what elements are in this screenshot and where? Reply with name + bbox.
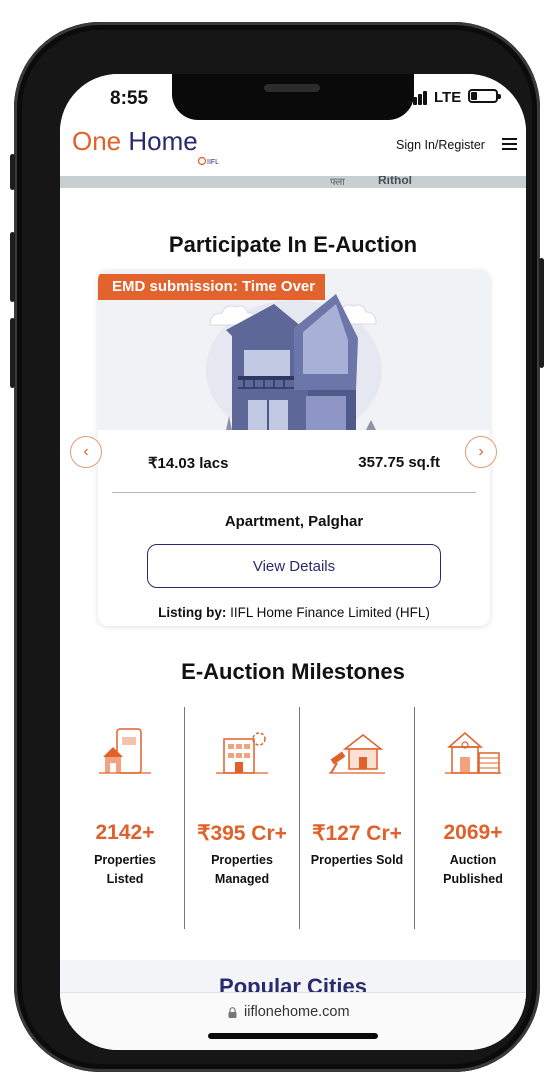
map-label-1: फ्ला (330, 177, 345, 188)
map-strip: फ्ला Rithol (60, 176, 526, 188)
status-time: 8:55 (110, 88, 149, 109)
signin-register-link[interactable]: Sign In/Register (396, 138, 485, 152)
speaker (264, 84, 320, 92)
iifl-logo-icon: IIFL (198, 156, 219, 166)
house-garage-icon (445, 732, 501, 774)
milestone-value: ₹395 Cr+ (197, 822, 287, 845)
site-header: One Home IIFL Sign In/Register (60, 122, 526, 176)
properties-managed-icon (216, 732, 268, 774)
card-divider (112, 492, 476, 493)
auction-property-card[interactable]: EMD submission: Time Over ₹14.03 lacs 35… (98, 270, 490, 626)
milestone-properties-sold: ₹127 Cr+ Properties Sold (300, 707, 414, 929)
milestone-properties-managed: ₹395 Cr+ Properties Managed (185, 707, 299, 929)
one-home-logo[interactable]: One Home (72, 126, 198, 156)
listing-by-label: Listing by: (158, 605, 227, 620)
view-details-button[interactable]: View Details (147, 544, 441, 588)
volume-up-button (10, 232, 15, 302)
logo-sub-text: IIFL (207, 159, 219, 166)
logo-home-text: Home (128, 126, 198, 156)
properties-listed-icon (99, 728, 151, 774)
property-type-location: Apartment, Palghar (224, 513, 364, 530)
milestones-section-title: E-Auction Milestones (181, 659, 405, 684)
home-indicator[interactable] (208, 1033, 378, 1039)
volume-down-button (10, 318, 15, 388)
emd-status-badge: EMD submission: Time Over (98, 274, 326, 300)
milestone-value: 2069+ (443, 821, 503, 844)
auction-hammer-house-icon (329, 734, 385, 774)
milestone-label: Properties Managed (211, 853, 273, 886)
power-button (539, 258, 544, 368)
logo-one-text: One (72, 126, 122, 156)
milestone-value: ₹127 Cr+ (312, 822, 402, 845)
phone-frame: 8:55 LTE One Home IIFL Sign In/Register … (10, 22, 544, 1072)
notch (172, 74, 414, 120)
browser-url-bar[interactable]: iiflonehome.com (60, 992, 526, 1050)
listing-by-value: IIFL Home Finance Limited (HFL) (226, 605, 430, 620)
milestone-properties-listed: 2142+ Properties Listed (68, 707, 182, 929)
property-area: 357.75 sq.ft (358, 454, 440, 471)
map-label-2: Rithol (378, 176, 412, 187)
url-text[interactable]: iiflonehome.com (244, 1004, 350, 1020)
lock-icon (228, 1007, 237, 1018)
signal-icon (408, 89, 430, 105)
listing-by: Listing by: IIFL Home Finance Limited (H… (98, 605, 490, 620)
property-price: ₹14.03 lacs (148, 455, 229, 472)
status-bar: 8:55 LTE (60, 74, 526, 122)
network-label: LTE (434, 89, 462, 106)
milestone-label: Properties Sold (310, 853, 404, 867)
carousel-prev-button[interactable]: ‹ (70, 436, 102, 468)
property-image: EMD submission: Time Over (98, 270, 490, 440)
milestone-label: Properties Listed (94, 853, 156, 886)
milestone-auction-published: 2069+ Auction Published (416, 707, 526, 929)
phone-screen: 8:55 LTE One Home IIFL Sign In/Register … (60, 74, 526, 1050)
milestone-value: 2142+ (95, 821, 155, 844)
battery-icon (468, 89, 501, 103)
auction-section-title: Participate In E-Auction (168, 232, 418, 257)
milestone-label: Auction Published (443, 853, 503, 886)
carousel-next-button[interactable]: › (465, 436, 497, 468)
hamburger-menu-icon[interactable] (502, 138, 517, 150)
mute-switch (10, 154, 15, 190)
milestones-stats: 2142+ Properties Listed ₹395 Cr+ Propert… (60, 707, 526, 929)
